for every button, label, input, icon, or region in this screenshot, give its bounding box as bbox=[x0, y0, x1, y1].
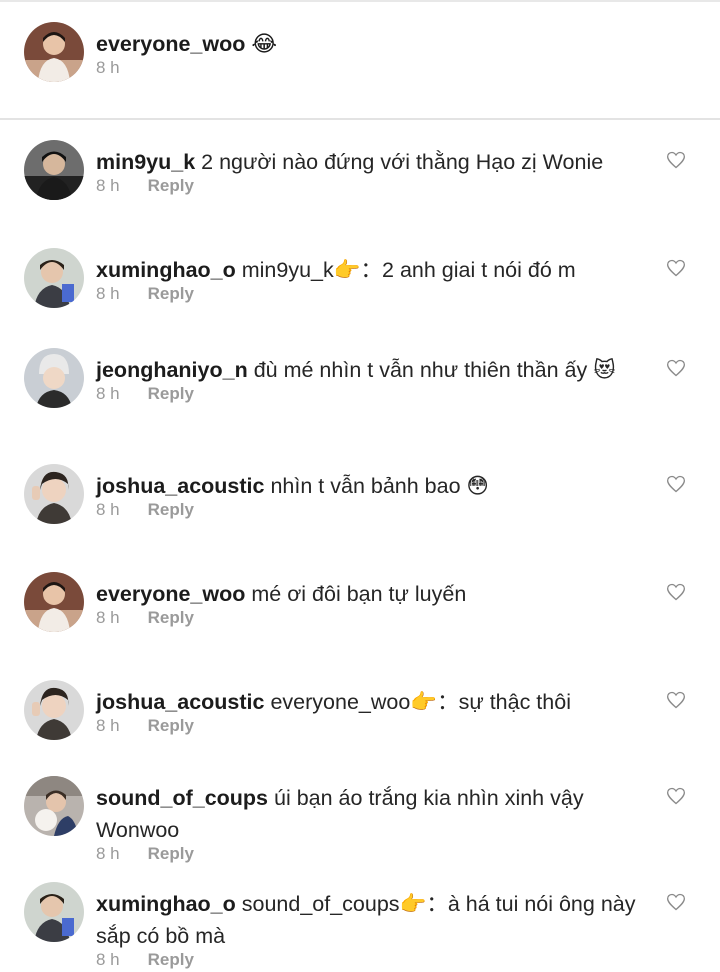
comment-text: 2 người nào đứng với thằng Hạo zị Wonie bbox=[201, 150, 604, 174]
like-heart-icon[interactable] bbox=[666, 786, 686, 806]
comment-text: nhìn t vẫn bảnh bao 😳 bbox=[270, 474, 489, 498]
caption-emoji: 😂 bbox=[251, 31, 278, 56]
avatar[interactable] bbox=[24, 22, 84, 82]
comment-username[interactable]: everyone_woo bbox=[96, 582, 245, 606]
top-rule bbox=[0, 0, 720, 2]
comment-meta: 8 h Reply bbox=[96, 948, 646, 972]
comment-username[interactable]: min9yu_k bbox=[96, 150, 195, 174]
reply-button[interactable]: Reply bbox=[148, 950, 194, 969]
like-heart-icon[interactable] bbox=[666, 690, 686, 710]
comment-time: 8 h bbox=[96, 500, 120, 519]
comment-username[interactable]: xuminghao_o bbox=[96, 892, 236, 916]
comment-text: mé ơi đôi bạn tự luyến bbox=[251, 582, 467, 606]
comment-time: 8 h bbox=[96, 176, 120, 195]
reply-button[interactable]: Reply bbox=[148, 500, 194, 519]
comment-username[interactable]: jeonghaniyo_n bbox=[96, 358, 248, 382]
comment-time: 8 h bbox=[96, 384, 120, 403]
comment-time: 8 h bbox=[96, 284, 120, 303]
comment-time: 8 h bbox=[96, 844, 120, 863]
avatar[interactable] bbox=[24, 464, 84, 524]
post-username[interactable]: everyone_woo bbox=[96, 32, 245, 56]
like-heart-icon[interactable] bbox=[666, 150, 686, 170]
avatar[interactable] bbox=[24, 248, 84, 308]
comment-text: min9yu_k👉：2 anh giai t nói đó m bbox=[241, 258, 576, 282]
avatar[interactable] bbox=[24, 776, 84, 836]
avatar[interactable] bbox=[24, 348, 84, 408]
comment-time: 8 h bbox=[96, 716, 120, 735]
comment-username[interactable]: joshua_acoustic bbox=[96, 690, 264, 714]
divider bbox=[0, 118, 720, 120]
reply-button[interactable]: Reply bbox=[148, 608, 194, 627]
comment-time: 8 h bbox=[96, 608, 120, 627]
avatar[interactable] bbox=[24, 572, 84, 632]
comment-username[interactable]: sound_of_coups bbox=[96, 786, 268, 810]
comment-time: 8 h bbox=[96, 950, 120, 969]
comment-username[interactable]: xuminghao_o bbox=[96, 258, 236, 282]
like-heart-icon[interactable] bbox=[666, 258, 686, 278]
like-heart-icon[interactable] bbox=[666, 474, 686, 494]
avatar[interactable] bbox=[24, 680, 84, 740]
comment-meta: 8 h Reply bbox=[96, 842, 646, 866]
comment-username[interactable]: joshua_acoustic bbox=[96, 474, 264, 498]
reply-button[interactable]: Reply bbox=[148, 284, 194, 303]
reply-button[interactable]: Reply bbox=[148, 384, 194, 403]
avatar[interactable] bbox=[24, 882, 84, 942]
like-heart-icon[interactable] bbox=[666, 582, 686, 602]
like-heart-icon[interactable] bbox=[666, 358, 686, 378]
avatar[interactable] bbox=[24, 140, 84, 200]
comment-text: everyone_woo👉：sự thậc thôi bbox=[270, 690, 571, 714]
reply-button[interactable]: Reply bbox=[148, 176, 194, 195]
like-heart-icon[interactable] bbox=[666, 892, 686, 912]
reply-button[interactable]: Reply bbox=[148, 716, 194, 735]
reply-button[interactable]: Reply bbox=[148, 844, 194, 863]
comment-text: đù mé nhìn t vẫn như thiên thần ấy 😻 bbox=[253, 358, 616, 382]
